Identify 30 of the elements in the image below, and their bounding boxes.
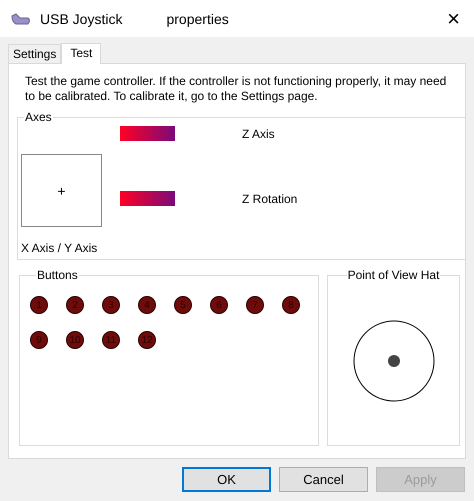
tab[interactable]: Test	[61, 43, 102, 64]
axis-bar	[120, 191, 175, 206]
group-title: Buttons	[36, 268, 79, 282]
button-indicator: 8	[282, 296, 300, 314]
button-indicator: 7	[246, 296, 264, 314]
description-text: Test the game controller. If the controller is not functioning properly, it may need to be calibrated. To calibrate it, go to the Settings page.	[25, 74, 448, 104]
close-button[interactable]: ×	[447, 6, 464, 32]
axis-label: X Axis / Y Axis	[21, 241, 98, 255]
tab[interactable]: Settings	[8, 44, 62, 63]
button-indicator: 11	[102, 331, 120, 349]
button-indicator: 9	[30, 331, 48, 349]
axis-bar	[120, 126, 175, 141]
xy-axis-box: +	[21, 154, 102, 227]
dialog-button[interactable]: Cancel	[279, 467, 368, 492]
axis-label: Z Rotation	[242, 192, 298, 206]
group-title: Point of View Hat	[346, 268, 440, 282]
button-indicator: 6	[210, 296, 228, 314]
axis-label: Z Axis	[242, 126, 275, 140]
window-title: USB Joystick	[40, 10, 122, 26]
button-indicator: 12	[138, 331, 156, 349]
joystick-icon	[10, 12, 32, 26]
window-title: properties	[166, 10, 229, 26]
button-indicator: 1	[30, 296, 48, 314]
group-title: Axes	[24, 110, 53, 124]
dialog-button[interactable]: OK	[182, 467, 271, 492]
button-indicator: 10	[66, 331, 84, 349]
button-indicator: 3	[102, 296, 120, 314]
button-indicator: 4	[138, 296, 156, 314]
button-indicator: 5	[174, 296, 192, 314]
button-indicator: 2	[66, 296, 84, 314]
